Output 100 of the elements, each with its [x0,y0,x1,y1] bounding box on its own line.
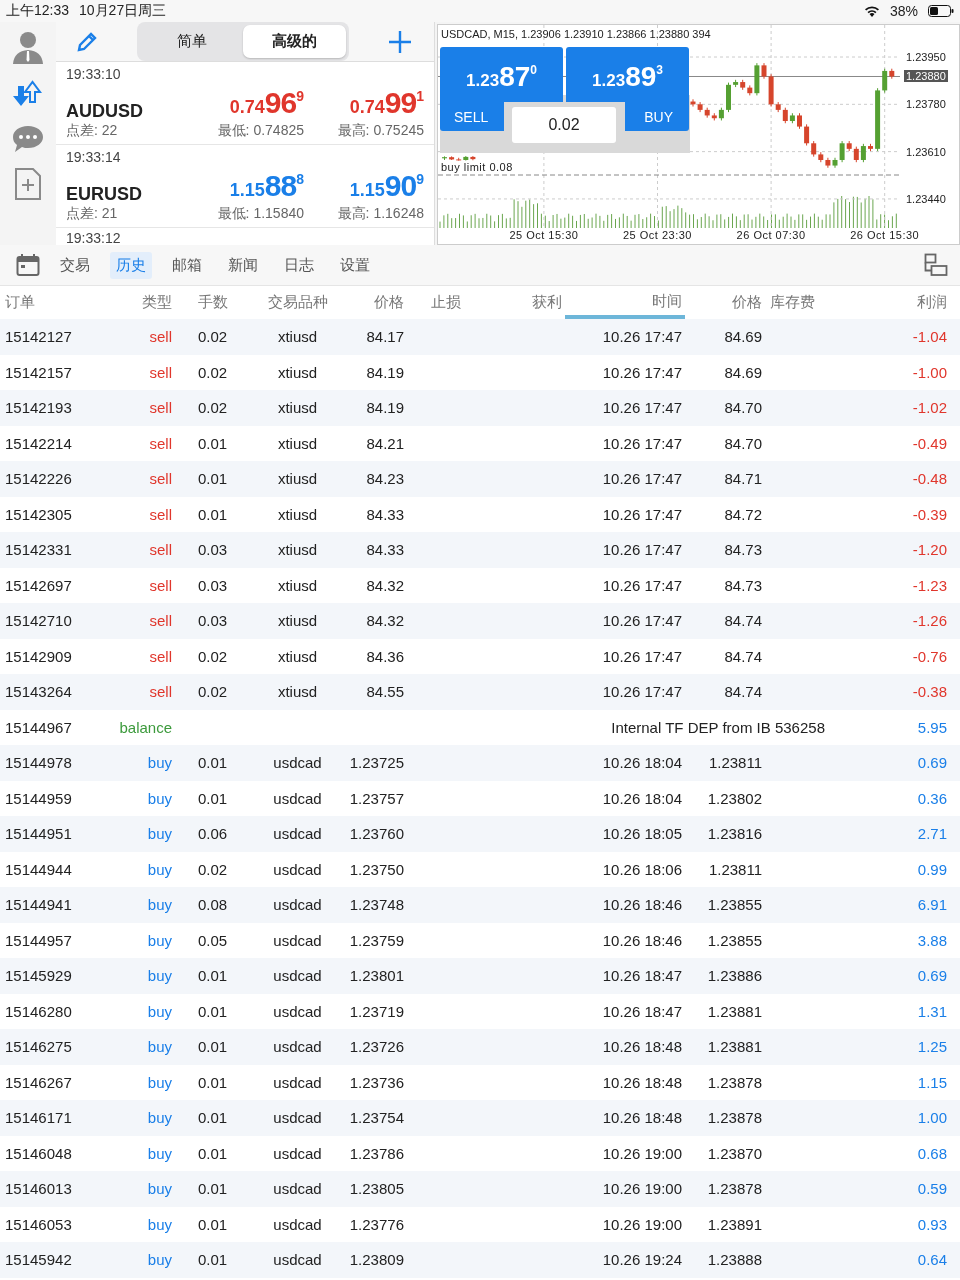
chart-title: USDCAD, M15, 1.23906 1.23910 1.23866 1.23880 394 [441,28,711,40]
column-header[interactable]: 止损 [407,293,485,312]
table-cell-text: 1.23726 [348,1038,405,1056]
table-cell-text: 10.26 17:47 [601,470,683,488]
tab[interactable]: 交易 [54,251,96,279]
table-cell-text: sell [148,612,173,630]
column-header[interactable]: 订单 [0,293,110,312]
table-cell-text: 0.01 [196,1251,229,1269]
table-cell-text: 1.23870 [706,1144,763,1162]
table-cell-text: 84.23 [365,470,405,488]
table-cell-text: 15146275 [4,1038,73,1056]
quote-time: 19:33:10 [66,66,122,82]
edit-icon[interactable] [76,30,98,53]
chat-icon[interactable] [12,124,44,154]
low-price: 最低: 0.74825 [217,122,304,140]
table-cell-text: 0.01 [196,470,229,488]
table-cell-text: 2.71 [916,825,948,843]
column-header[interactable]: 手数 [175,293,250,312]
column-header[interactable]: 类型 [110,293,175,312]
table-cell-text: 1.23878 [706,1073,763,1091]
table-cell-text: buy [146,1215,173,1233]
table-cell-text: -0.48 [911,470,948,488]
current-price-tag: 1.23880 [904,70,948,83]
table-cell-text: sell [148,328,173,346]
table-cell-text: 0.69 [916,754,948,772]
table-cell-text: 84.55 [365,683,405,701]
table-cell-text: buy [146,967,173,985]
table-cell-text: 15144951 [4,825,73,843]
table-cell-text: 84.32 [365,576,405,594]
tab[interactable]: 历史 [110,251,152,279]
table-cell-text: 1.23801 [348,967,405,985]
account-icon[interactable] [12,30,44,64]
table-cell-text: 10.26 19:00 [601,1144,683,1162]
battery-percent: 38% [889,3,918,19]
table-cell-text: 0.02 [196,399,229,417]
table-cell-text: 84.72 [723,505,763,523]
calendar-icon[interactable] [16,253,40,277]
table-cell-text: sell [148,683,173,701]
table-cell-text: xtiusd [276,576,319,594]
symbol-name[interactable]: EURUSD [66,184,186,205]
table-cell-text: 15145929 [4,967,73,985]
table-cell-text: xtiusd [276,647,319,665]
table-cell-text: 10.26 17:47 [601,576,683,594]
table-cell-text: sell [148,576,173,594]
table-cell-text: 15142697 [4,576,73,594]
table-cell-text: balance [118,718,173,736]
table-cell-text: 15142193 [4,399,73,417]
add-icon[interactable] [388,29,412,54]
tab[interactable]: 日志 [278,251,320,279]
symbol-name[interactable]: AUDUSD [66,101,186,122]
volume-field[interactable]: 0.02 [512,107,616,143]
table-cell-text: 84.21 [365,434,405,452]
mode-tab[interactable]: 高级的 [243,25,346,58]
column-header[interactable]: 交易品种 [250,293,345,312]
column-header[interactable]: 利润 [855,293,950,312]
table-cell-text: 1.23719 [348,1002,405,1020]
table-cell-text: 15142909 [4,647,73,665]
tab[interactable]: 设置 [334,251,376,279]
high-price: 最高: 0.75245 [337,122,424,140]
price-quote: 1.1588$^{8}$ [229,168,304,204]
table-cell-text: 15142127 [4,328,73,346]
table-cell-text: 0.02 [196,328,229,346]
column-header[interactable]: 获利 [485,293,565,312]
table-cell-text: 3.88 [916,931,948,949]
tab[interactable]: 邮箱 [166,251,208,279]
table-cell-text: xtiusd [276,683,319,701]
table-cell-text: 1.15 [916,1073,948,1091]
table-cell-text: 0.01 [196,1002,229,1020]
column-header[interactable]: 价格 [345,293,407,312]
table-cell-text: buy [146,825,173,843]
table-cell-text: 1.25 [916,1038,948,1056]
table-cell-text: 0.01 [196,967,229,985]
table-cell-text: sell [148,434,173,452]
table-cell-text: usdcad [272,1109,323,1127]
table-cell-text: 0.68 [916,1144,948,1162]
tab[interactable]: 新闻 [222,251,264,279]
table-cell-text: 0.03 [196,612,229,630]
layout-icon[interactable] [924,253,948,277]
column-header[interactable]: 价格 [685,293,765,312]
table-cell-text: buy [146,1180,173,1198]
candlestick [804,123,810,147]
table-cell-text: 15146267 [4,1073,73,1091]
axis-label: 25 Oct 23:30 [623,229,692,241]
table-cell-text: usdcad [272,896,323,914]
table-cell-text: 10.26 17:47 [601,647,683,665]
table-cell-text: 84.36 [365,647,405,665]
price-quote: 0.7499$^{1}$ [349,85,424,121]
table-cell-text: 1.23816 [706,825,763,843]
mode-tab[interactable]: 简单 [140,25,243,58]
axis-label: 1.23950 [906,51,946,63]
table-cell-text: 15146171 [4,1109,73,1127]
table-cell-text: 10.26 18:48 [601,1073,683,1091]
table-cell-text: 0.01 [196,505,229,523]
table-cell-text: 15144978 [4,754,73,772]
table-cell-text: xtiusd [276,434,319,452]
column-header[interactable]: 库存费 [765,293,855,312]
add-document-icon[interactable] [14,168,42,200]
quote-time: 19:33:12 [65,229,122,245]
table-cell-text: sell [148,470,173,488]
table-cell-text: 84.71 [723,470,763,488]
